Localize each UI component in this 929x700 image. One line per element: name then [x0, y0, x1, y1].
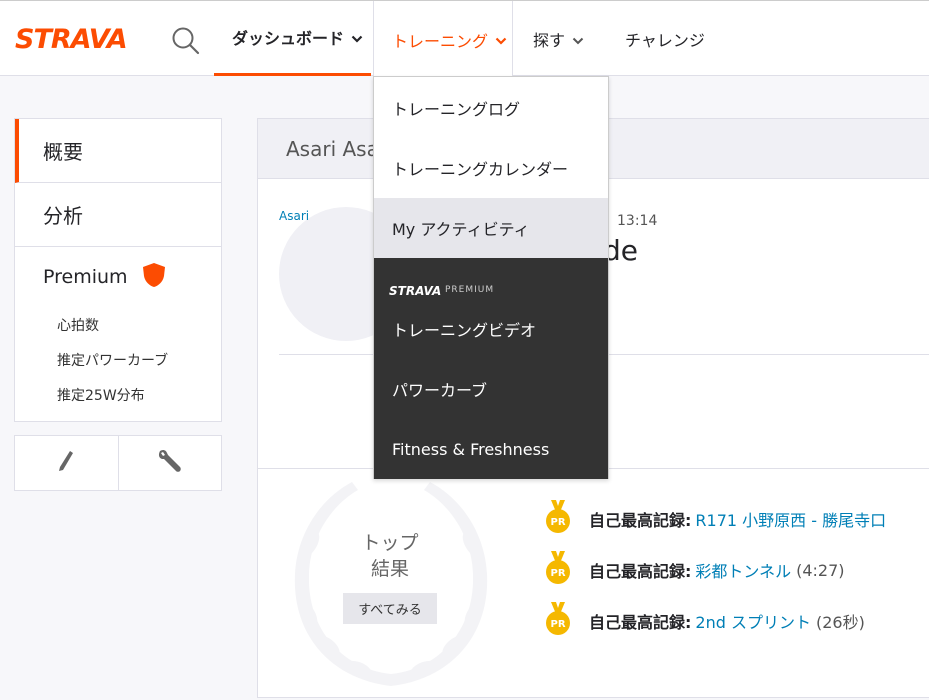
pr-time: (4:27) [796, 560, 845, 580]
premium-sub-label: PREMIUM [445, 285, 495, 295]
nav-challenges[interactable]: チャレンジ [625, 1, 705, 77]
top-results-line: トップ [361, 532, 419, 554]
sidebar-sub-power-curve[interactable]: 推定パワーカーブ [15, 342, 221, 377]
wrench-icon [156, 448, 184, 478]
nav-dashboard[interactable]: ダッシュボード [214, 1, 371, 76]
nav-dashboard-label: ダッシュボード [232, 29, 345, 48]
sidebar-item-label: 概要 [43, 140, 83, 164]
nav-training-label: トレーニング [392, 31, 489, 51]
nav-challenges-label: チャレンジ [625, 31, 705, 50]
edit-button[interactable] [15, 436, 118, 490]
activity-date: 、13:14 [603, 213, 658, 229]
pr-label: 自己最高記録: [589, 613, 692, 632]
nav-training[interactable]: トレーニング [373, 1, 513, 78]
menu-item-label: Fitness & Freshness [392, 439, 550, 459]
pr-medal-icon: PR [545, 500, 571, 538]
see-all-button[interactable]: すべてみる [343, 593, 437, 624]
premium-shield-icon [142, 262, 166, 293]
pr-row: PR 自己最高記録: 彩都トンネル (4:27) [545, 551, 845, 589]
chevron-down-icon [495, 30, 507, 49]
sidebar-sub-label: 心拍数 [57, 317, 99, 334]
settings-button[interactable] [117, 436, 222, 490]
sidebar-sub-power-distribution[interactable]: 推定25W分布 [15, 377, 221, 412]
sidebar-sub-heart-rate[interactable]: 心拍数 [15, 307, 221, 342]
athlete-link[interactable]: Asari [279, 209, 309, 223]
menu-item-training-calendar[interactable]: トレーニングカレンダー [374, 138, 608, 198]
nav-explore-label: 探す [533, 31, 566, 50]
training-dropdown-menu: トレーニングログ トレーニングカレンダー My アクティビティ STRAVA P… [373, 76, 609, 479]
sidebar-item-overview[interactable]: 概要 [15, 119, 221, 183]
pr-label: 自己最高記録: [589, 511, 692, 530]
segment-link[interactable]: 彩都トンネル [695, 558, 791, 582]
chevron-down-icon [351, 28, 363, 47]
svg-text:STRAVA: STRAVA [15, 24, 127, 51]
pencil-icon [56, 449, 76, 477]
menu-item-power-curve[interactable]: パワーカーブ [374, 359, 608, 419]
sidebar-item-analysis[interactable]: 分析 [15, 183, 221, 247]
menu-item-training-video[interactable]: トレーニングビデオ [374, 299, 608, 359]
pr-time: (26秒) [815, 613, 865, 632]
sidebar-sub-label: 推定25W分布 [57, 387, 145, 404]
top-results-label: トップ 結果 [342, 530, 438, 582]
pr-label: 自己最高記録: [589, 562, 692, 581]
athlete-name: Asari Asa [286, 136, 379, 161]
pr-row: PR 自己最高記録: R171 小野原西 - 勝尾寺口 [545, 500, 886, 538]
strava-logo[interactable]: STRAVA [15, 23, 142, 55]
segment-link[interactable]: R171 小野原西 - 勝尾寺口 [695, 507, 886, 531]
top-navigation-bar: STRAVA ダッシュボード トレーニング 探す チャレンジ [0, 0, 929, 78]
top-results-line: 結果 [370, 558, 409, 580]
menu-item-fitness-freshness[interactable]: Fitness & Freshness [374, 419, 608, 479]
menu-item-training-log[interactable]: トレーニングログ [374, 78, 608, 138]
menu-item-label: パワーカーブ [392, 381, 488, 400]
sidebar-sub-label: 推定パワーカーブ [57, 352, 169, 369]
laurel-wreath-icon [280, 474, 502, 696]
menu-item-label: My アクティビティ [392, 220, 530, 239]
sidebar-item-label: 分析 [43, 204, 83, 228]
menu-item-label: トレーニングログ [392, 100, 521, 119]
premium-label: Premium [43, 266, 128, 288]
menu-item-my-activities[interactable]: My アクティビティ [374, 198, 608, 258]
sidebar-premium-heading: Premium [15, 247, 221, 307]
svg-text:PR: PR [550, 619, 565, 630]
menu-item-label: トレーニングカレンダー [392, 160, 569, 179]
chevron-down-icon [572, 30, 584, 49]
strava-premium-logo: STRAVA PREMIUM [374, 258, 608, 299]
svg-text:PR: PR [550, 568, 565, 579]
pr-medal-icon: PR [545, 602, 571, 640]
pr-medal-icon: PR [545, 551, 571, 589]
menu-item-label: トレーニングビデオ [392, 321, 537, 340]
premium-menu-section: STRAVA PREMIUM トレーニングビデオ パワーカーブ Fitness … [374, 258, 608, 479]
activity-tools [14, 435, 222, 491]
sidebar: 概要 分析 Premium 心拍数 推定パワーカーブ 推定25W分布 [14, 118, 222, 422]
segment-link[interactable]: 2nd スプリント [695, 609, 811, 633]
pr-row: PR 自己最高記録: 2nd スプリント (26秒) [545, 602, 865, 640]
nav-explore[interactable]: 探す [533, 1, 584, 77]
search-icon[interactable] [170, 25, 202, 57]
svg-text:STRAVA: STRAVA [389, 284, 441, 297]
svg-text:PR: PR [550, 517, 565, 528]
